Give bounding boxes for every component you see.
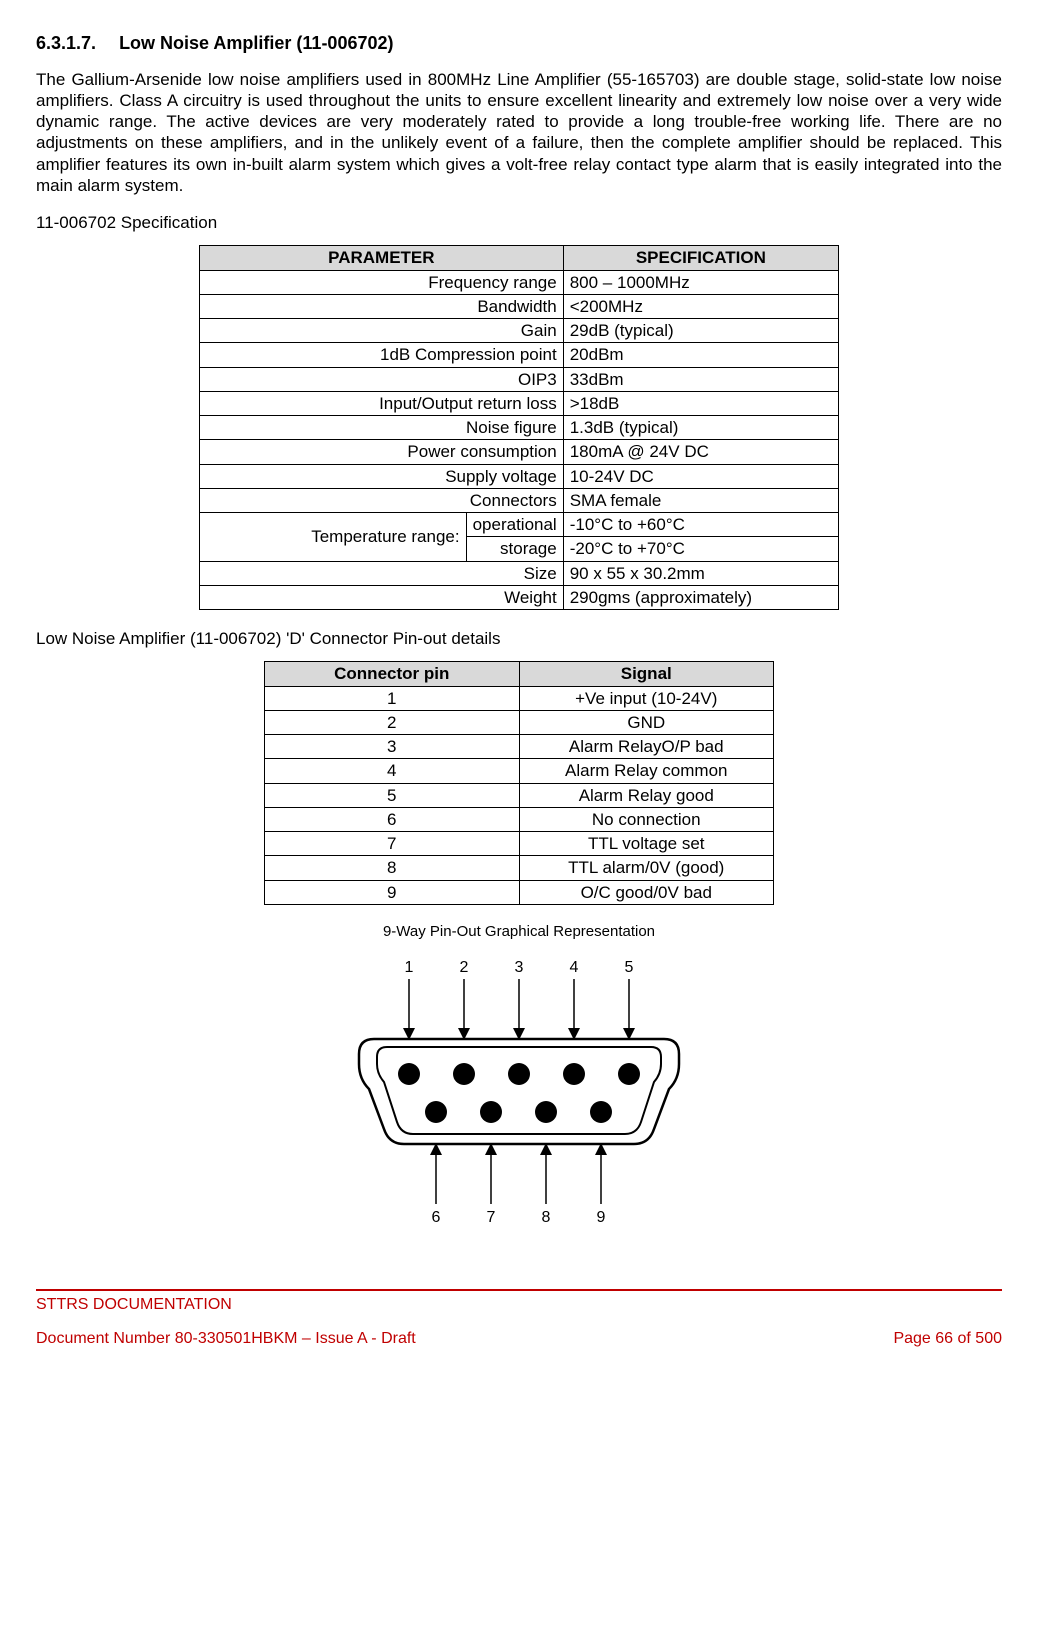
pin-number: 3 [265, 735, 520, 759]
pin-label: 2 [460, 959, 469, 976]
pin-signal: Alarm Relay good [519, 783, 774, 807]
pin-label: 5 [625, 959, 634, 976]
section-heading: 6.3.1.7. Low Noise Amplifier (11-006702) [36, 32, 1002, 55]
temp-storage-value: -20°C to +70°C [563, 537, 838, 561]
spec-value: <200MHz [563, 294, 838, 318]
d-connector-svg: 1 2 3 4 5 6 7 8 9 [329, 944, 709, 1224]
spec-param: Bandwidth [200, 294, 564, 318]
pin-number: 7 [265, 832, 520, 856]
footer-doc-number: Document Number 80-330501HBKM – Issue A … [36, 1329, 416, 1349]
spec-param: Power consumption [200, 440, 564, 464]
footer-row: Document Number 80-330501HBKM – Issue A … [36, 1329, 1002, 1349]
spec-value: >18dB [563, 391, 838, 415]
spec-param: Gain [200, 319, 564, 343]
pin-signal: O/C good/0V bad [519, 880, 774, 904]
pin-signal: +Ve input (10-24V) [519, 686, 774, 710]
spec-value: 10-24V DC [563, 464, 838, 488]
connector-pin-dot [425, 1101, 447, 1123]
pin-label: 1 [405, 959, 414, 976]
pin-label: 6 [432, 1209, 441, 1224]
spec-param: 1dB Compression point [200, 343, 564, 367]
spec-table-label: 11-006702 Specification [36, 212, 1002, 233]
pin-signal: No connection [519, 807, 774, 831]
spec-param: Noise figure [200, 416, 564, 440]
spec-table: PARAMETER SPECIFICATION Frequency range8… [199, 245, 839, 610]
spec-param: Size [200, 561, 564, 585]
footer-doc-title: STTRS DOCUMENTATION [36, 1295, 1002, 1315]
body-paragraph: The Gallium-Arsenide low noise amplifier… [36, 69, 1002, 197]
diagram-caption: 9-Way Pin-Out Graphical Representation [36, 923, 1002, 942]
pin-number: 5 [265, 783, 520, 807]
spec-param: Supply voltage [200, 464, 564, 488]
spec-value: SMA female [563, 488, 838, 512]
heading-title: Low Noise Amplifier (11-006702) [119, 33, 393, 53]
connector-diagram: 9-Way Pin-Out Graphical Representation 1… [36, 923, 1002, 1229]
pinout-table-label: Low Noise Amplifier (11-006702) 'D' Conn… [36, 628, 1002, 649]
footer-divider [36, 1289, 1002, 1291]
spec-value: 290gms (approximately) [563, 585, 838, 609]
pin-number: 1 [265, 686, 520, 710]
spec-header-parameter: PARAMETER [200, 246, 564, 270]
spec-param: Weight [200, 585, 564, 609]
connector-pin-dot [618, 1063, 640, 1085]
pin-header-signal: Signal [519, 662, 774, 686]
pin-label: 7 [487, 1209, 496, 1224]
pin-number: 2 [265, 710, 520, 734]
spec-value: 180mA @ 24V DC [563, 440, 838, 464]
connector-pin-dot [398, 1063, 420, 1085]
connector-pin-dot [563, 1063, 585, 1085]
temp-range-label: Temperature range: [200, 513, 467, 562]
pin-header-connector: Connector pin [265, 662, 520, 686]
temp-operational-value: -10°C to +60°C [563, 513, 838, 537]
pin-label: 8 [542, 1209, 551, 1224]
temp-storage-label: storage [466, 537, 563, 561]
connector-pin-dot [535, 1101, 557, 1123]
spec-value: 20dBm [563, 343, 838, 367]
pin-number: 9 [265, 880, 520, 904]
spec-header-specification: SPECIFICATION [563, 246, 838, 270]
spec-value: 29dB (typical) [563, 319, 838, 343]
pin-table: Connector pin Signal 1+Ve input (10-24V)… [264, 661, 774, 905]
connector-pin-dot [453, 1063, 475, 1085]
pin-label: 4 [570, 959, 579, 976]
pin-signal: Alarm Relay common [519, 759, 774, 783]
spec-param: Input/Output return loss [200, 391, 564, 415]
footer-page-number: Page 66 of 500 [893, 1329, 1002, 1349]
spec-param: Frequency range [200, 270, 564, 294]
spec-value: 90 x 55 x 30.2mm [563, 561, 838, 585]
heading-number: 6.3.1.7. [36, 33, 96, 53]
pin-label: 3 [515, 959, 524, 976]
pin-signal: TTL voltage set [519, 832, 774, 856]
connector-pin-dot [590, 1101, 612, 1123]
spec-param: Connectors [200, 488, 564, 512]
pin-signal: GND [519, 710, 774, 734]
connector-pin-dot [480, 1101, 502, 1123]
pin-signal: Alarm RelayO/P bad [519, 735, 774, 759]
temp-operational-label: operational [466, 513, 563, 537]
spec-value: 1.3dB (typical) [563, 416, 838, 440]
spec-value: 800 – 1000MHz [563, 270, 838, 294]
pin-label: 9 [597, 1209, 606, 1224]
spec-param: OIP3 [200, 367, 564, 391]
pin-number: 6 [265, 807, 520, 831]
spec-value: 33dBm [563, 367, 838, 391]
pin-number: 4 [265, 759, 520, 783]
pin-signal: TTL alarm/0V (good) [519, 856, 774, 880]
pin-number: 8 [265, 856, 520, 880]
connector-pin-dot [508, 1063, 530, 1085]
